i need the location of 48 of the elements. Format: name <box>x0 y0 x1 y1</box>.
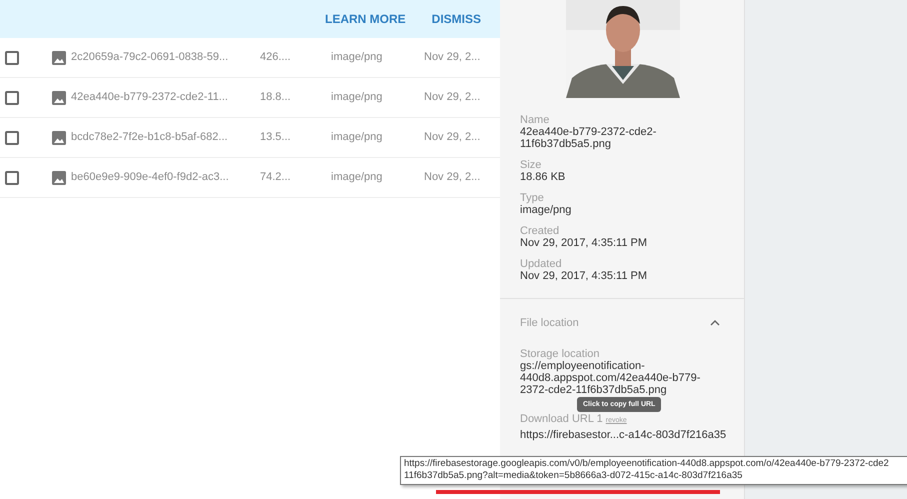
checkbox[interactable] <box>5 130 19 144</box>
file-date: Nov 29, 2... <box>424 170 480 186</box>
image-icon <box>52 90 66 104</box>
file-row[interactable]: 42ea440e-b779-2372-cde2-11... 18.8... image/png Nov 29, 2... <box>0 78 500 118</box>
banner-action-button[interactable]: DISMISS <box>432 10 481 28</box>
file-date: Nov 29, 2... <box>424 90 480 106</box>
field-label: Type <box>520 192 545 204</box>
banner-action-button[interactable]: LEARN MORE <box>324 10 406 28</box>
file-date: Nov 29, 2... <box>424 50 480 66</box>
checkbox[interactable] <box>5 90 19 104</box>
field-value: 42ea440e-b779-2372-cde2-11f6b37db5a5.png <box>520 126 658 150</box>
checkbox[interactable] <box>5 170 19 184</box>
file-size: 74.2... <box>260 170 292 186</box>
file-type: image/png <box>331 90 384 106</box>
image-icon <box>52 130 66 144</box>
field-label: Size <box>520 159 542 171</box>
chevron-icon[interactable] <box>710 320 720 326</box>
file-row[interactable]: be60e9e9-909e-4ef0-f9d2-ac3... 74.2... image/png Nov 29, 2... <box>0 158 500 198</box>
file-name: be60e9e9-909e-4ef0-f9d2-ac3... <box>71 170 230 186</box>
field-label: Created <box>520 225 560 237</box>
file-row[interactable]: bcdc78e2-7f2e-b1c8-b5af-682... 13.5... image/png Nov 29, 2... <box>0 118 500 158</box>
field-label: Updated <box>520 258 563 270</box>
file-size: 13.5... <box>260 130 292 146</box>
file-name: bcdc78e2-7f2e-b1c8-b5af-682... <box>71 130 229 146</box>
tooltip-line: 11f6b37db5a5.png?alt=media&token=5b8666a3-d072-415c-a14c-803d7f216a35 <box>404 470 744 482</box>
section-header[interactable]: File location <box>520 315 724 332</box>
file-row[interactable]: 2c20659a-79c2-0691-0838-59... 426.... image/png Nov 29, 2... <box>0 38 500 78</box>
file-name: 2c20659a-79c2-0691-0838-59... <box>71 50 230 66</box>
field-value: image/png <box>520 204 572 216</box>
image-icon <box>52 50 66 64</box>
file-type: image/png <box>331 130 384 146</box>
file-type: image/png <box>331 170 384 186</box>
field-label: Storage location <box>520 348 600 360</box>
field-value: Nov 29, 2017, 4:35:11 PM <box>520 270 648 282</box>
file-name: 42ea440e-b779-2372-cde2-11... <box>71 90 229 106</box>
checkbox[interactable] <box>5 50 19 64</box>
file-type: image/png <box>331 50 384 66</box>
file-size: 426.... <box>260 50 292 66</box>
field-value: 18.86 KB <box>520 171 566 183</box>
file-date: Nov 29, 2... <box>424 130 480 146</box>
field-label: Name <box>520 114 550 126</box>
file-size: 18.8... <box>260 90 292 106</box>
tooltip-line: https://firebasestorage.googleapis.com/v0/b/employeenotification-440d8.appspot.com/o/42ea440e-b779-2372-cde2 <box>404 458 890 470</box>
field-value: gs://employeenotification-440d8.appspot.com/42ea440e-b779-2372-cde2-11f6b37db5a5.png <box>520 360 702 396</box>
download-url-link[interactable]: https://firebasestor...c-a14c-803d7f216a35 <box>520 428 724 440</box>
field-value: Nov 29, 2017, 4:35:11 PM <box>520 237 648 249</box>
image-icon <box>52 170 66 184</box>
field-label: Download URL 1 <box>520 412 603 424</box>
